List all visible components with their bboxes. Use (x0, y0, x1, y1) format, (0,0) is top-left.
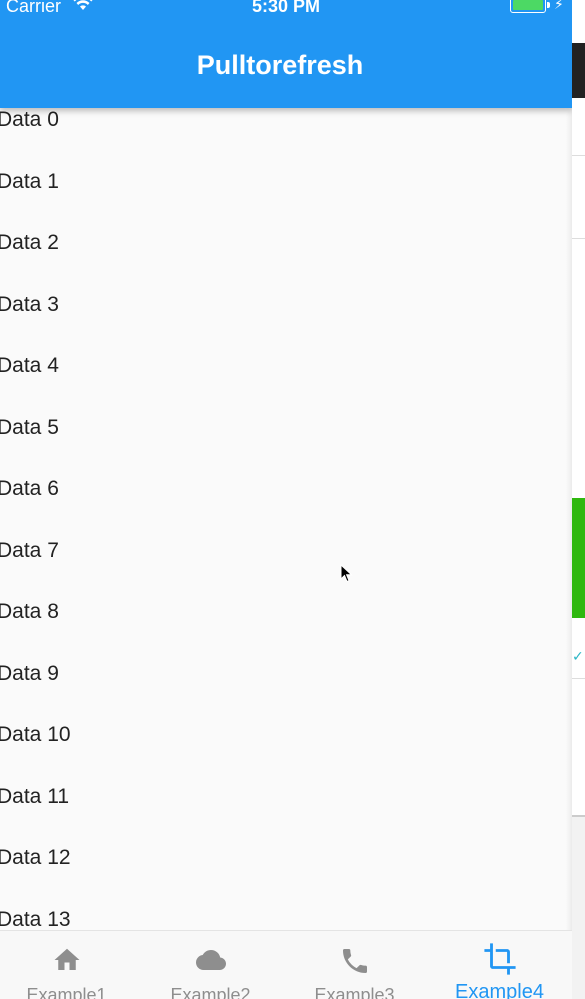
data-list[interactable]: Data 0 Data 1 Data 2 Data 3 Data 4 Data … (0, 108, 572, 930)
list-item[interactable]: Data 13 (0, 908, 71, 931)
mouse-cursor-icon (340, 564, 353, 583)
list-item[interactable]: Data 4 (0, 354, 59, 384)
crop-icon (483, 943, 516, 975)
list-item[interactable]: Data 5 (0, 416, 59, 446)
app-screen: Carrier 5:30 PM ⚡ Pulltorefresh Data 0 D… (0, 0, 572, 999)
list-item[interactable]: Data 11 (0, 785, 69, 815)
tab-label: Example2 (170, 985, 251, 999)
page-title: Pulltorefresh (196, 50, 364, 80)
list-item[interactable]: Data 0 (0, 108, 59, 138)
charging-icon: ⚡ (554, 0, 564, 12)
list-item[interactable]: Data 6 (0, 477, 59, 507)
app-bar: Carrier 5:30 PM ⚡ Pulltorefresh (0, 0, 572, 108)
list-item[interactable]: Data 12 (0, 846, 71, 876)
tab-label: Example3 (314, 985, 395, 999)
tab-example4[interactable]: Example4 (428, 931, 571, 999)
list-item[interactable]: Data 3 (0, 293, 59, 323)
list-item[interactable]: Data 8 (0, 600, 59, 630)
list-item[interactable]: Data 9 (0, 662, 59, 692)
background-app-peek: ✓ (572, 0, 585, 999)
list-item[interactable]: Data 10 (0, 723, 71, 753)
tab-example1[interactable]: Example1 (0, 931, 138, 999)
list-item[interactable]: Data 1 (0, 170, 59, 200)
battery-icon (510, 0, 550, 13)
check-icon: ✓ (572, 648, 584, 664)
status-time: 5:30 PM (251, 0, 321, 16)
list-item[interactable]: Data 2 (0, 231, 59, 261)
phone-icon (342, 949, 367, 973)
home-icon (54, 948, 79, 970)
status-bar: Carrier 5:30 PM ⚡ (0, 0, 572, 20)
list-item[interactable]: Data 7 (0, 539, 59, 569)
tab-label: Example1 (26, 985, 107, 999)
tab-example3[interactable]: Example3 (283, 931, 426, 999)
tab-label: Example4 (455, 981, 544, 999)
tab-example2[interactable]: Example2 (139, 931, 282, 999)
bottom-navigation: Example1 Example2 Example3 Example4 (0, 930, 572, 999)
cloud-icon (195, 950, 226, 970)
